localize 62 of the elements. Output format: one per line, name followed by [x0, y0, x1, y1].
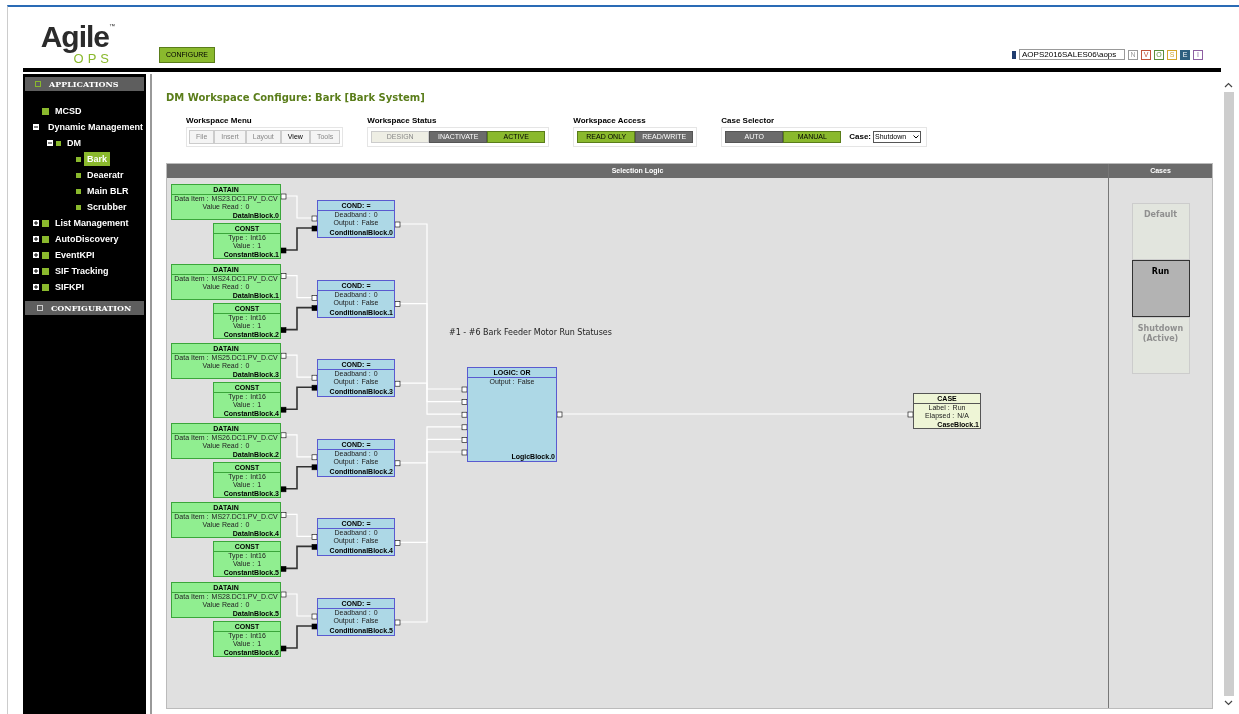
port-icon[interactable] [280, 406, 287, 413]
port-icon[interactable] [280, 352, 287, 359]
connector-line [285, 434, 313, 458]
port-icon[interactable] [394, 380, 401, 387]
port-icon[interactable] [280, 645, 287, 652]
port-icon[interactable] [394, 540, 401, 546]
port-icon[interactable] [280, 486, 287, 493]
expand-icon[interactable] [33, 236, 39, 242]
connector-line [285, 593, 313, 617]
group-title: Workspace Status [367, 115, 438, 127]
group-title: Workspace Menu [186, 115, 253, 127]
group-title: Case Selector [721, 115, 776, 127]
connector-line [285, 386, 313, 410]
tree-item[interactable]: Main BLR [84, 184, 132, 198]
diagram-note: #1 - #6 Bark Feeder Motor Run Statuses [449, 327, 612, 339]
port-icon[interactable] [280, 432, 287, 439]
tree-item[interactable]: Dynamic Management [45, 120, 147, 134]
group-title: Workspace Access [573, 115, 647, 127]
connector-line [285, 354, 313, 378]
connector-line [285, 195, 313, 219]
tree-item[interactable]: AutoDiscovery [52, 232, 122, 246]
tree-item[interactable]: List Management [52, 216, 132, 230]
tree-item[interactable]: SIF Tracking [52, 264, 112, 278]
tree-item[interactable]: DM [64, 136, 84, 150]
connector-line [285, 625, 313, 649]
tree-item[interactable]: EventKPI [52, 248, 98, 262]
port-icon[interactable] [280, 273, 287, 279]
port-icon[interactable] [280, 566, 287, 572]
tree-item[interactable]: MCSD [52, 104, 85, 118]
port-icon[interactable] [394, 619, 401, 626]
scroll-up-icon[interactable] [1224, 82, 1233, 88]
page-title: DM Workspace Configure: Bark [Bark System] [166, 91, 426, 105]
port-icon[interactable] [394, 460, 401, 467]
port-icon[interactable] [280, 512, 287, 518]
port-icon[interactable] [280, 247, 287, 254]
caret-icon [913, 135, 919, 139]
port-icon[interactable] [394, 301, 401, 307]
port-icon[interactable] [280, 327, 287, 333]
connector-line [285, 306, 313, 331]
case-label: Case: [849, 131, 871, 143]
section-header[interactable]: CONFIGURATION [25, 301, 144, 315]
port-icon[interactable] [907, 411, 914, 418]
tree-item[interactable]: Deaeratr [84, 168, 127, 182]
connector-line [285, 275, 313, 299]
expand-icon[interactable] [33, 284, 39, 290]
user-field[interactable]: AOPS2016SALES06\aops [1019, 49, 1125, 60]
tree-item[interactable]: SIFKPI [52, 280, 87, 294]
connector-line [285, 466, 313, 490]
port-icon[interactable] [394, 221, 401, 228]
tree-item[interactable]: Scrubber [84, 200, 130, 214]
expand-icon[interactable] [33, 220, 39, 226]
expand-icon[interactable] [33, 268, 39, 274]
expand-icon[interactable] [33, 252, 39, 258]
section-header[interactable]: APPLICATIONS [25, 77, 144, 91]
scroll-down-icon[interactable] [1224, 700, 1233, 706]
connector-line [285, 513, 313, 537]
collapse-icon[interactable] [33, 124, 39, 130]
port-icon[interactable] [556, 411, 563, 418]
case-button[interactable]: Run [1131, 260, 1190, 317]
connector-line [285, 545, 313, 570]
collapse-icon[interactable] [47, 140, 53, 146]
connector-line [285, 227, 313, 251]
